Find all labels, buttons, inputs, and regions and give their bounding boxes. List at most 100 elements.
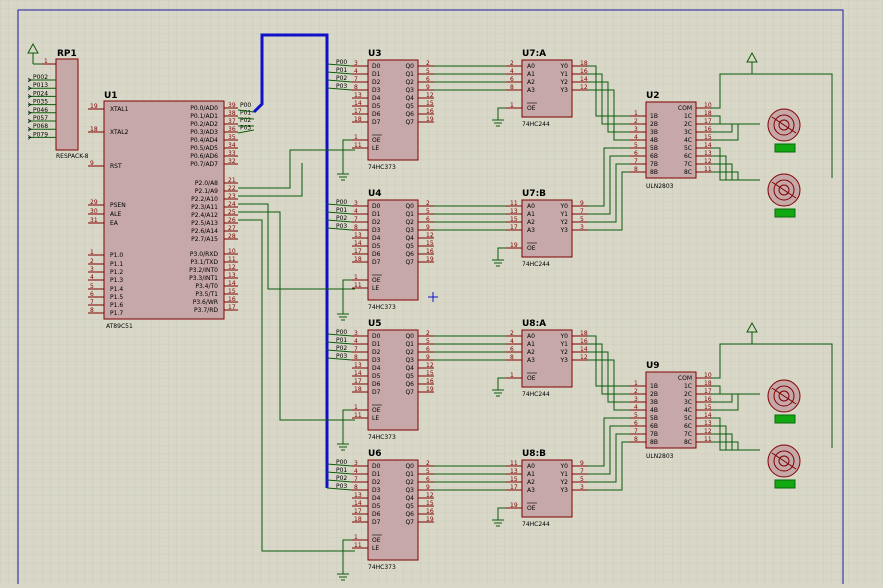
latch-pin-label: Q1 (405, 341, 414, 348)
latch-pin-label: Q2 (405, 79, 414, 86)
latch-pin-label: Q4 (405, 495, 414, 502)
u1-pin-number: 25 (228, 209, 236, 216)
buffer-pin-number: 12 (580, 84, 588, 91)
u1-pin-label: P0.2/AD2 (190, 121, 218, 128)
latch-pin-number: 14 (354, 100, 362, 107)
buffer-pin-label: OE (527, 105, 536, 112)
u1-pin-number: 30 (90, 208, 98, 215)
driver-pin-number: 15 (704, 134, 712, 141)
u1-pin-label: P1.5 (110, 294, 123, 301)
latch-pin-number: 11 (354, 142, 362, 149)
rp1-ref: RP1 (57, 49, 77, 59)
u1-pin-label: P1.4 (110, 286, 123, 293)
driver-pin-label: 1B (650, 383, 658, 390)
driver-pin-number: 18 (704, 380, 712, 387)
buffer-ref: U8:B (522, 449, 546, 459)
buffer-pin-number: 9 (580, 200, 584, 207)
latch-pin-label: OE (372, 537, 381, 544)
driver-pin-number: 12 (704, 158, 712, 165)
latch-pin-number: 2 (426, 330, 430, 337)
latch-pin-label: Q5 (405, 103, 414, 110)
buffer-pin-number: 18 (580, 60, 588, 67)
driver-pin-label: 7C (684, 431, 692, 438)
u1-pin-number: 8 (90, 307, 94, 314)
latch-pin-number: 16 (426, 248, 434, 255)
latch-pin-label: LE (372, 285, 379, 292)
latch-pin-label: Q6 (405, 251, 414, 258)
latch-pin-label: D4 (372, 95, 381, 102)
driver-pin-number: 1 (634, 380, 638, 387)
schematic-canvas[interactable]: RP1 1 P002P013P024P035P046P057P068P079 R… (0, 0, 883, 584)
buffer-pin-label: Y1 (560, 71, 569, 78)
latch-pin-label: D3 (372, 87, 381, 94)
buffer-part: 74HC244 (522, 121, 550, 128)
driver-pin-label: 8C (684, 439, 692, 446)
rp1-net-label: P013 (33, 82, 48, 89)
motor-speed-display (774, 479, 796, 489)
u1-pin-number: 27 (228, 225, 236, 232)
driver-pin-number: 16 (704, 396, 712, 403)
buffer-pin-number: 4 (510, 338, 514, 345)
u1-pin-label: P0.1/AD1 (190, 113, 218, 120)
latch-pin-number: 3 (354, 460, 358, 467)
u1-pin-number: 26 (228, 217, 236, 224)
latch-pin-label: Q5 (405, 373, 414, 380)
latch-pin-number: 12 (426, 232, 434, 239)
driver-pin-number: 12 (704, 428, 712, 435)
latch-pin-number: 13 (354, 492, 362, 499)
latch-pin-number: 17 (354, 248, 362, 255)
u1-pin-label: P0.3/AD3 (190, 129, 218, 136)
buffer-pin-number: 3 (580, 484, 584, 491)
u1-pin-number: 5 (90, 283, 94, 290)
latch-pin-number: 14 (354, 500, 362, 507)
latch-pin-label: LE (372, 545, 379, 552)
buffer-pin-label: A0 (527, 333, 535, 340)
u1-pin-number: 28 (228, 233, 236, 240)
latch-pin-label: Q6 (405, 381, 414, 388)
rp1-net-label: P024 (33, 90, 48, 97)
u1-pin-number: 23 (228, 193, 236, 200)
latch-pin-label: D6 (372, 511, 381, 518)
driver-pin-number: 14 (704, 412, 712, 419)
driver-pin-label: 8B (650, 439, 658, 446)
latch-pin-number: 15 (426, 370, 434, 377)
driver-part: ULN2803 (646, 183, 674, 190)
buffer-pin-number: 6 (510, 346, 514, 353)
latch-pin-label: D1 (372, 71, 381, 78)
latch-pin-number: 5 (426, 68, 430, 75)
driver-pin-label: 1C (684, 113, 692, 120)
rp1-net-label: P046 (33, 107, 48, 114)
driver-pin-label: 7C (684, 161, 692, 168)
schematic-sheet[interactable]: RP1 1 P002 P013 P024 P035 P046 P057 P068 P079 R… (0, 0, 883, 584)
buffer-pin-label: Y3 (560, 227, 569, 234)
buffer-pin-number: 11 (510, 200, 518, 207)
latch-pin-label: OE (372, 137, 381, 144)
driver-pin-number: 15 (704, 404, 712, 411)
buffer-pin-number: 16 (580, 338, 588, 345)
latch-pin-number: 5 (426, 468, 430, 475)
driver-pin-label: COM (678, 105, 692, 112)
latch-part: 74HC373 (368, 304, 396, 311)
latch-pin-label: Q2 (405, 479, 414, 486)
latch-pin-label: D6 (372, 251, 381, 258)
buffer-pin-label: Y2 (560, 79, 569, 86)
buffer-pin-label: A2 (527, 219, 535, 226)
latch-pin-number: 11 (354, 412, 362, 419)
rp1-net-label: P002 (33, 74, 48, 81)
latch-pin-number: 6 (426, 346, 430, 353)
buffer-pin-label: OE (527, 245, 536, 252)
u1-pin-number: 3 (90, 266, 94, 273)
u1-pin-label: P3.5/T1 (195, 291, 218, 298)
buffer-pin-number: 15 (510, 476, 518, 483)
buffer-pin-number: 17 (510, 224, 518, 231)
rp1-net-label: P057 (33, 115, 48, 122)
u1-pin-number: 11 (228, 256, 236, 263)
u1-pin-number: 32 (228, 158, 236, 165)
buffer-pin-number: 6 (510, 76, 514, 83)
u1-pin-number: 18 (90, 126, 98, 133)
latch-pin-label: Q0 (405, 63, 414, 70)
u1-pin-label: P2.5/A13 (191, 220, 218, 227)
latch-pin-label: Q1 (405, 471, 414, 478)
latch-pin-label: OE (372, 277, 381, 284)
u1-pin-number: 34 (228, 142, 236, 149)
